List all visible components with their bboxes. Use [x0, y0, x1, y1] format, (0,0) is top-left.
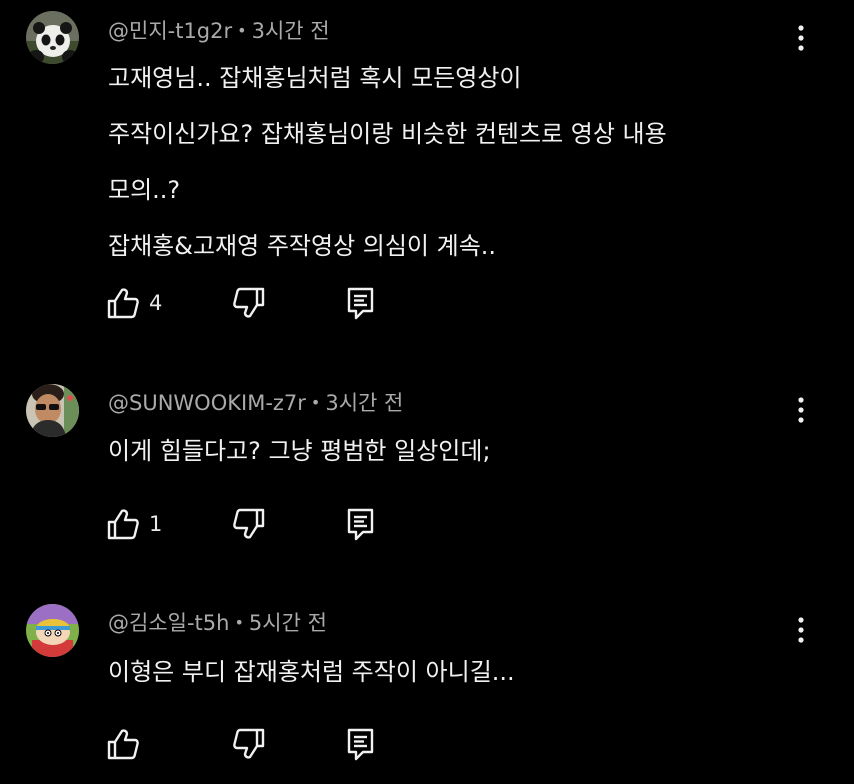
more-vertical-icon [798, 25, 804, 51]
reply-button[interactable] [346, 285, 376, 321]
reply-comment-icon [347, 287, 374, 320]
dislike-button[interactable] [232, 506, 266, 542]
thumbs-down-icon [233, 728, 265, 759]
comment-author[interactable]: @SUNWOOKIM-z7r [108, 391, 306, 415]
like-count: 4 [149, 291, 163, 315]
thumbs-up-icon [107, 288, 139, 319]
avatar[interactable] [26, 604, 79, 657]
thumbs-down-icon [233, 508, 265, 539]
comment-meta: @김소일-t5h • 5시간 전 [108, 609, 327, 639]
comment-text: 고재영님.. 잡채홍님처럼 혹시 모든영상이 주작이신가요? 잡채홍님이랑 비슷… [108, 62, 667, 286]
cartoon-character-avatar-icon [26, 604, 79, 657]
comment-meta: @SUNWOOKIM-z7r • 3시간 전 [108, 389, 403, 419]
reply-comment-icon [347, 728, 374, 761]
comment-text: 이형은 부디 잡재홍처럼 주작이 아니길... [108, 656, 515, 712]
reply-comment-icon [347, 508, 374, 541]
like-button[interactable]: 1 [106, 506, 162, 542]
comment-text-line: 잡채홍&고재영 주작영상 의심이 계속.. [108, 232, 497, 260]
avatar[interactable] [26, 384, 79, 437]
comment-text-line: 이형은 부디 잡재홍처럼 주작이 아니길... [108, 658, 515, 686]
comment-author[interactable]: @민지-t1g2r [108, 19, 232, 43]
more-options-button[interactable] [786, 612, 816, 648]
dislike-button[interactable] [232, 285, 266, 321]
like-button[interactable] [106, 726, 149, 762]
comment-time: 3시간 전 [251, 19, 330, 43]
like-button[interactable]: 4 [106, 285, 162, 321]
comment-text-line: 모의..? [108, 176, 181, 204]
avatar[interactable] [26, 11, 79, 64]
comment-text: 이게 힘들다고? 그냥 평범한 일상인데; [108, 435, 491, 491]
comment-meta: @민지-t1g2r • 3시간 전 [108, 17, 330, 47]
meta-separator: • [310, 393, 321, 412]
comment-author[interactable]: @김소일-t5h [108, 611, 229, 635]
comment-text-line: 이게 힘들다고? 그냥 평범한 일상인데; [108, 437, 491, 465]
more-vertical-icon [798, 617, 804, 643]
more-options-button[interactable] [786, 392, 816, 428]
reply-button[interactable] [346, 506, 376, 542]
dislike-button[interactable] [232, 726, 266, 762]
meta-separator: • [237, 21, 247, 40]
more-vertical-icon [798, 397, 804, 423]
reply-button[interactable] [346, 726, 376, 762]
meta-separator: • [234, 613, 244, 632]
comment-text-line: 주작이신가요? 잡채홍님이랑 비슷한 컨텐츠로 영상 내용 [108, 120, 667, 148]
thumbs-down-icon [233, 287, 265, 318]
person-with-sunglasses-avatar-icon [26, 384, 79, 437]
comment-time: 3시간 전 [325, 391, 404, 415]
like-count: 1 [149, 512, 163, 536]
panda-avatar-icon [26, 11, 79, 64]
more-options-button[interactable] [786, 20, 816, 56]
thumbs-up-icon [107, 509, 139, 540]
comment-time: 5시간 전 [248, 611, 327, 635]
comment-text-line: 고재영님.. 잡채홍님처럼 혹시 모든영상이 [108, 64, 522, 92]
thumbs-up-icon [107, 729, 139, 760]
